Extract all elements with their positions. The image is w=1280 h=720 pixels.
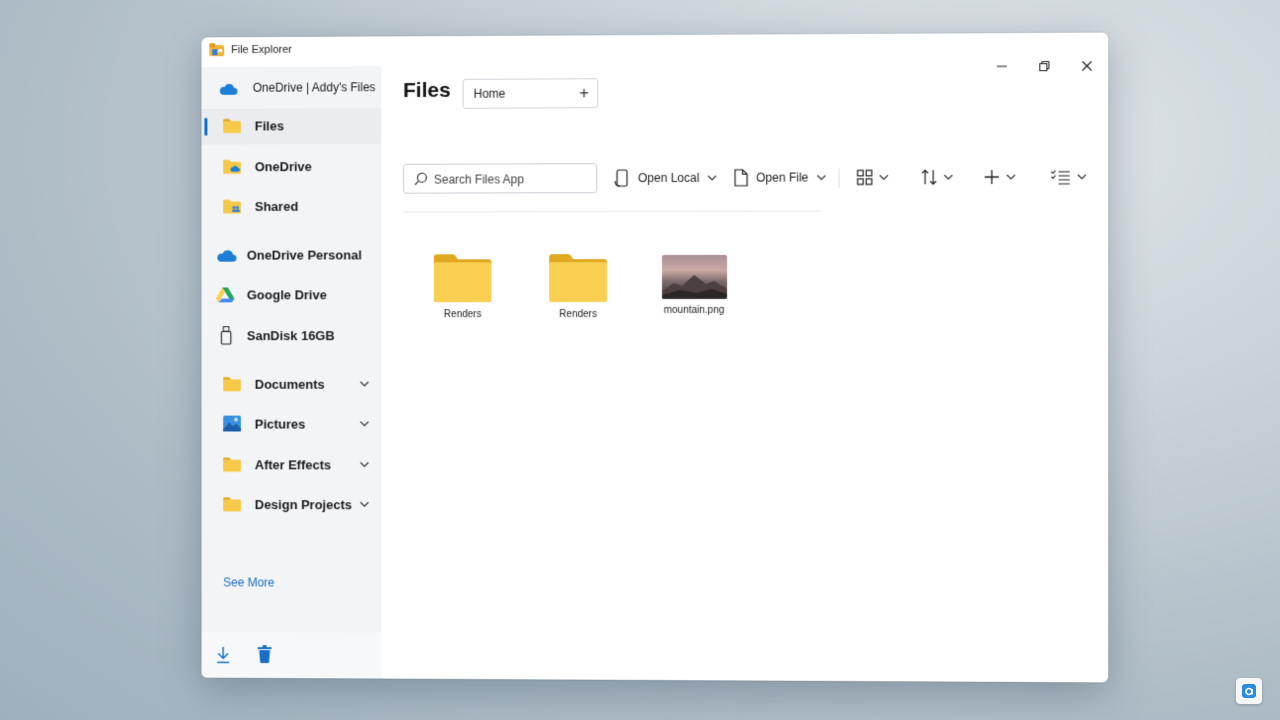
pictures-folder-icon	[223, 415, 241, 432]
page-title: Files	[403, 78, 451, 103]
toolbar-divider	[403, 210, 821, 213]
sidebar-item-after-effects[interactable]: After Effects	[201, 447, 381, 483]
main-content: Files Home + Open Local Open File	[381, 63, 1108, 683]
mountain-icon	[661, 274, 726, 299]
sidebar-item-label: Design Projects	[254, 497, 352, 513]
sidebar-item-google-drive[interactable]: Google Drive	[201, 277, 381, 313]
file-explorer-window: File Explorer OneDrive | Addy's Files Fi…	[201, 32, 1109, 683]
shared-folder-icon	[223, 199, 241, 214]
add-tab-icon[interactable]: +	[579, 83, 589, 103]
chevron-down-icon	[1077, 172, 1087, 182]
sidebar-item-label: Pictures	[254, 416, 306, 432]
folder-icon	[223, 497, 241, 512]
sidebar-item-sandisk[interactable]: SanDisk 16GB	[201, 318, 381, 354]
plus-icon	[984, 169, 1000, 185]
sidebar-item-label: Files	[254, 118, 284, 134]
open-file-button[interactable]: Open File	[734, 166, 826, 188]
checklist-icon	[1050, 169, 1070, 185]
chevron-down-icon[interactable]	[360, 379, 370, 389]
folder-icon	[223, 119, 241, 134]
folder-icon	[550, 254, 608, 303]
open-local-button[interactable]: Open Local	[614, 167, 717, 189]
sort-button[interactable]	[921, 166, 953, 188]
sidebar-item-label: OneDrive Personal	[246, 247, 362, 263]
open-file-label: Open File	[756, 170, 809, 185]
file-item[interactable]: mountain.png	[649, 254, 739, 316]
tab-home[interactable]: Home +	[462, 78, 599, 109]
onedrive-cloud-icon	[219, 83, 238, 95]
chevron-down-icon[interactable]	[360, 419, 370, 429]
open-local-label: Open Local	[638, 170, 700, 186]
chevron-down-icon	[879, 172, 889, 182]
file-name: Renders	[559, 309, 597, 321]
chevron-down-icon[interactable]	[360, 460, 370, 470]
new-item-button[interactable]	[984, 166, 1016, 188]
chevron-down-icon	[943, 172, 953, 182]
folder-icon	[433, 254, 492, 303]
select-mode-button[interactable]	[1050, 166, 1086, 188]
file-name: mountain.png	[663, 304, 725, 316]
sidebar-item-files[interactable]: Files	[201, 108, 382, 145]
onedrive-folder-icon	[223, 159, 241, 174]
tab-label: Home	[473, 86, 506, 101]
sidebar-item-design-projects[interactable]: Design Projects	[201, 487, 381, 523]
sidebar-item-label: Shared	[254, 198, 299, 214]
logo-icon	[1242, 684, 1256, 698]
chevron-down-icon[interactable]	[360, 499, 370, 509]
toolbar-separator	[838, 168, 840, 189]
search-icon	[414, 172, 428, 186]
title-bar: File Explorer	[201, 33, 1108, 68]
watermark-badge	[1236, 678, 1262, 704]
selection-indicator	[204, 117, 208, 136]
folder-icon	[223, 457, 241, 472]
file-name: Renders	[443, 309, 482, 321]
search-input[interactable]	[431, 168, 596, 191]
sidebar-footer	[201, 631, 382, 679]
sidebar-item-onedrive-personal[interactable]: OneDrive Personal	[201, 238, 381, 274]
sidebar-item-label: OneDrive	[254, 159, 312, 175]
account-label: OneDrive | Addy's Files	[252, 80, 376, 95]
chevron-down-icon	[816, 172, 826, 182]
grid-view-icon	[857, 169, 873, 185]
sidebar-item-pictures[interactable]: Pictures	[201, 407, 381, 443]
sidebar-item-label: After Effects	[254, 457, 332, 473]
app-icon	[209, 43, 225, 57]
sidebar-item-label: SanDisk 16GB	[246, 328, 335, 344]
image-thumbnail	[661, 254, 727, 299]
download-icon[interactable]	[215, 646, 231, 664]
sidebar-item-label: Google Drive	[246, 287, 327, 303]
trash-icon[interactable]	[257, 645, 272, 664]
google-drive-icon	[215, 287, 235, 303]
sidebar-item-label: Documents	[254, 376, 325, 392]
file-item[interactable]: Renders	[418, 253, 507, 320]
chevron-down-icon	[1006, 172, 1016, 182]
sort-icon	[921, 168, 937, 186]
usb-drive-icon	[220, 326, 232, 345]
sidebar-item-onedrive[interactable]: OneDrive	[201, 149, 381, 185]
file-item[interactable]: Renders	[533, 253, 623, 320]
folder-icon	[223, 377, 241, 392]
sidebar-account[interactable]: OneDrive | Addy's Files	[201, 70, 381, 107]
chevron-down-icon	[707, 175, 717, 181]
search-box	[403, 163, 598, 194]
sidebar-item-documents[interactable]: Documents	[201, 367, 381, 403]
sidebar: OneDrive | Addy's Files Files OneDrive S…	[201, 66, 382, 679]
onedrive-cloud-icon	[217, 250, 237, 262]
device-icon	[614, 169, 628, 187]
sidebar-item-shared[interactable]: Shared	[201, 189, 381, 225]
file-icon	[734, 169, 748, 187]
see-more-link[interactable]: See More	[223, 575, 274, 589]
view-layout-button[interactable]	[857, 166, 889, 188]
window-title: File Explorer	[231, 43, 293, 57]
